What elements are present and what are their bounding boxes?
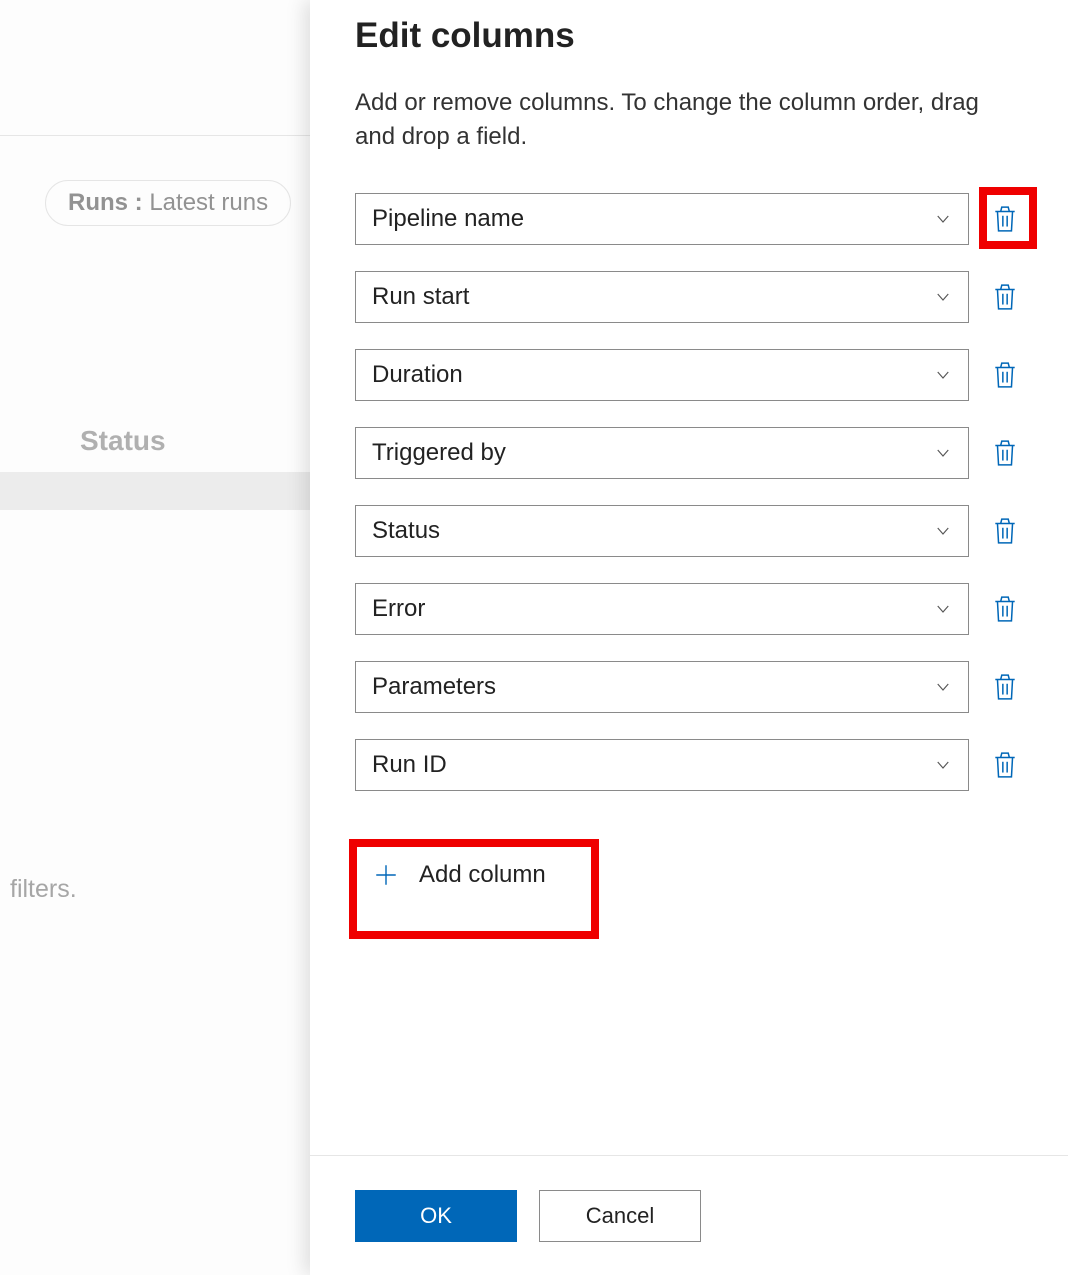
trash-icon: [992, 517, 1018, 545]
chevron-down-icon: [934, 210, 952, 228]
column-select[interactable]: Status: [355, 505, 969, 557]
column-select-label: Duration: [372, 361, 463, 389]
chevron-down-icon: [934, 756, 952, 774]
panel-description: Add or remove columns. To change the col…: [355, 86, 1023, 153]
trash-icon: [992, 751, 1018, 779]
column-row[interactable]: Status: [355, 505, 1023, 557]
delete-column-button[interactable]: [987, 591, 1023, 627]
filters-text: filters.: [10, 875, 77, 904]
runs-filter-chip: Runs : Latest runs: [45, 180, 291, 226]
chevron-down-icon: [934, 288, 952, 306]
panel-body: Edit columns Add or remove columns. To c…: [310, 0, 1068, 1155]
column-select-label: Run start: [372, 283, 469, 311]
delete-column-button[interactable]: [987, 435, 1023, 471]
column-select[interactable]: Parameters: [355, 661, 969, 713]
trash-icon: [992, 205, 1018, 233]
column-select-label: Run ID: [372, 751, 447, 779]
ok-button[interactable]: OK: [355, 1190, 517, 1242]
column-list: Pipeline name Run start Duration Triggered …: [355, 193, 1023, 791]
runs-chip-label: Runs :: [68, 189, 149, 216]
runs-chip-value: Latest runs: [149, 189, 268, 216]
column-select-label: Triggered by: [372, 439, 506, 467]
add-column-label: Add column: [419, 861, 546, 889]
trash-icon: [992, 673, 1018, 701]
background-divider: [0, 135, 310, 136]
delete-column-button[interactable]: [987, 747, 1023, 783]
column-select-label: Error: [372, 595, 425, 623]
column-select[interactable]: Run start: [355, 271, 969, 323]
trash-icon: [992, 439, 1018, 467]
column-row[interactable]: Run ID: [355, 739, 1023, 791]
column-select-label: Pipeline name: [372, 205, 524, 233]
edit-columns-panel: Edit columns Add or remove columns. To c…: [310, 0, 1068, 1275]
plus-icon: [373, 862, 399, 888]
column-row[interactable]: Triggered by: [355, 427, 1023, 479]
chevron-down-icon: [934, 444, 952, 462]
panel-title: Edit columns: [355, 16, 1023, 56]
delete-column-button[interactable]: [987, 513, 1023, 549]
cancel-button[interactable]: Cancel: [539, 1190, 701, 1242]
column-row[interactable]: Duration: [355, 349, 1023, 401]
background-dimmed: Runs : Latest runs Status filters.: [0, 0, 310, 1275]
chevron-down-icon: [934, 522, 952, 540]
trash-icon: [992, 361, 1018, 389]
column-select[interactable]: Error: [355, 583, 969, 635]
chevron-down-icon: [934, 678, 952, 696]
add-column-button[interactable]: Add column: [355, 851, 564, 899]
trash-icon: [992, 283, 1018, 311]
background-row-band: [0, 472, 310, 510]
column-select-label: Parameters: [372, 673, 496, 701]
column-row[interactable]: Run start: [355, 271, 1023, 323]
chevron-down-icon: [934, 600, 952, 618]
delete-column-button[interactable]: [987, 201, 1023, 237]
column-select-label: Status: [372, 517, 440, 545]
column-select[interactable]: Run ID: [355, 739, 969, 791]
column-select[interactable]: Pipeline name: [355, 193, 969, 245]
column-row[interactable]: Error: [355, 583, 1023, 635]
chevron-down-icon: [934, 366, 952, 384]
column-select[interactable]: Triggered by: [355, 427, 969, 479]
column-select[interactable]: Duration: [355, 349, 969, 401]
column-row[interactable]: Pipeline name: [355, 193, 1023, 245]
delete-column-button[interactable]: [987, 669, 1023, 705]
panel-footer: OK Cancel: [310, 1155, 1068, 1275]
delete-column-button[interactable]: [987, 279, 1023, 315]
status-header: Status: [80, 425, 166, 457]
column-row[interactable]: Parameters: [355, 661, 1023, 713]
delete-column-button[interactable]: [987, 357, 1023, 393]
trash-icon: [992, 595, 1018, 623]
